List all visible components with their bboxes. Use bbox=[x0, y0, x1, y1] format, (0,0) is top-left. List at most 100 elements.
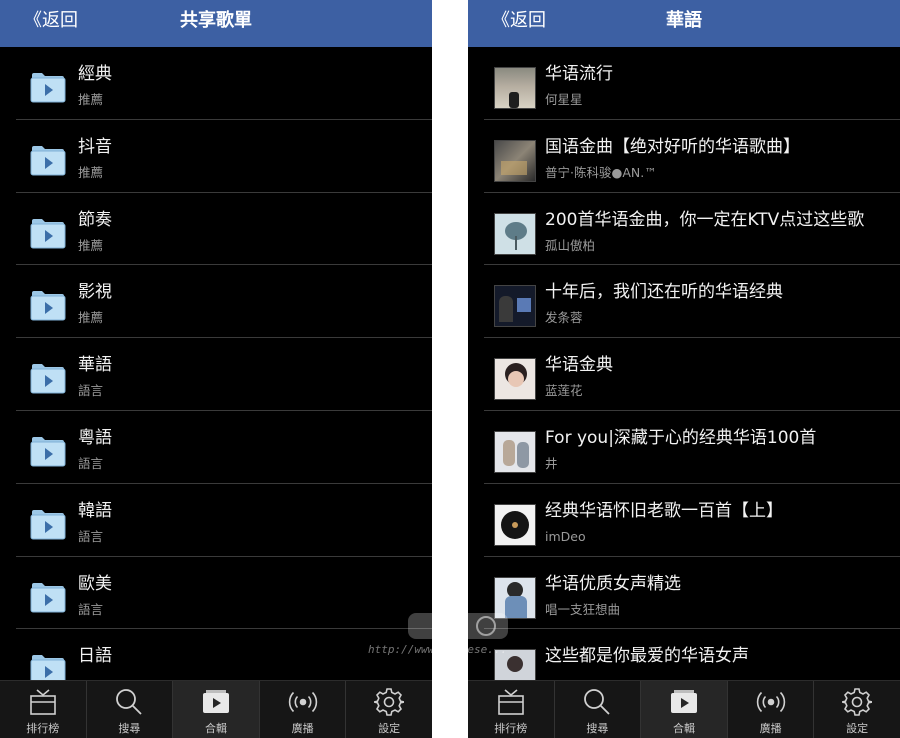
list-item[interactable]: For you|深藏于心的经典华语100首 井 bbox=[468, 411, 900, 484]
item-subtitle: 蓝莲花 bbox=[545, 383, 583, 399]
list-item[interactable]: 这些都是你最爱的华语女声 bbox=[468, 629, 900, 680]
list-item[interactable]: 歐美 語言 bbox=[0, 557, 432, 630]
item-subtitle: 普宁·陈科骏●AN.™ bbox=[545, 164, 657, 180]
folder-play-icon bbox=[30, 291, 66, 321]
item-title: 十年后，我们还在听的华语经典 bbox=[545, 282, 783, 303]
folder-play-icon bbox=[30, 655, 66, 680]
item-subtitle: imDeo bbox=[545, 528, 586, 544]
mandarin-playlists-screen: 《返回 華語 华语流行 何星星 国语金曲【绝对好听的华语歌曲】 普宁·陈科骏●A… bbox=[468, 0, 900, 738]
tab-albums[interactable]: 合輯 bbox=[641, 681, 728, 738]
tab-label: 搜尋 bbox=[586, 722, 609, 735]
item-title: 200首华语金曲，你一定在KTV点过这些歌 bbox=[545, 209, 865, 230]
folder-play-icon bbox=[30, 582, 66, 613]
folder-play-icon bbox=[30, 218, 66, 249]
album-play-icon bbox=[670, 690, 697, 713]
playlist-cover bbox=[494, 67, 536, 109]
item-title: 抖音 bbox=[78, 136, 112, 157]
tab-albums[interactable]: 合輯 bbox=[173, 681, 260, 738]
playlist-list: 华语流行 何星星 国语金曲【绝对好听的华语歌曲】 普宁·陈科骏●AN.™ 200… bbox=[468, 47, 900, 680]
item-title: 华语流行 bbox=[545, 64, 613, 84]
item-subtitle: 孤山傲柏 bbox=[545, 237, 596, 253]
item-title: 这些都是你最爱的华语女声 bbox=[545, 646, 749, 667]
tab-label: 排行榜 bbox=[494, 722, 528, 735]
tab-charts[interactable]: 排行榜 bbox=[0, 681, 87, 738]
item-subtitle: 唱一支狂想曲 bbox=[545, 601, 621, 617]
playlist-cover bbox=[494, 576, 536, 619]
chart-tray-icon bbox=[497, 689, 524, 715]
tab-label: 設定 bbox=[378, 722, 401, 735]
item-subtitle: 推薦 bbox=[78, 92, 104, 107]
folder-play-icon bbox=[30, 73, 66, 103]
list-item[interactable]: 十年后，我们还在听的华语经典 发条蓉 bbox=[468, 265, 900, 338]
tab-label: 廣播 bbox=[291, 722, 314, 735]
tab-settings[interactable]: 設定 bbox=[346, 681, 432, 738]
nav-bar: 《返回 共享歌單 bbox=[0, 0, 432, 47]
list-item[interactable]: 經典 推薦 bbox=[0, 47, 432, 120]
item-subtitle: 推薦 bbox=[78, 164, 104, 180]
list-item[interactable]: 经典华语怀旧老歌一百首【上】 imDeo bbox=[468, 484, 900, 557]
list-item[interactable]: 200首华语金曲，你一定在KTV点过这些歌 孤山傲柏 bbox=[468, 193, 900, 266]
tab-search[interactable]: 搜尋 bbox=[555, 681, 642, 738]
list-item[interactable]: 华语金典 蓝莲花 bbox=[468, 338, 900, 411]
item-subtitle: 推薦 bbox=[78, 310, 104, 326]
item-subtitle: 推薦 bbox=[78, 237, 104, 253]
tab-bar: 排行榜 搜尋 合輯 廣播 設定 bbox=[0, 680, 432, 738]
folder-play-icon bbox=[30, 145, 66, 176]
broadcast-icon bbox=[288, 691, 317, 713]
playlist-cover bbox=[494, 139, 536, 182]
category-list: 經典 推薦 抖音 推薦 節奏 推薦 影視 推薦 華語 語言 粵語 語言 韓語 語… bbox=[0, 47, 432, 680]
tab-label: 排行榜 bbox=[26, 722, 60, 735]
item-title: 經典 bbox=[78, 64, 112, 84]
tab-broadcast[interactable]: 廣播 bbox=[260, 681, 347, 738]
list-item[interactable]: 韓語 語言 bbox=[0, 484, 432, 557]
item-title: 经典华语怀旧老歌一百首【上】 bbox=[545, 500, 783, 521]
gear-icon bbox=[842, 688, 873, 716]
shared-playlists-screen: 《返回 共享歌單 經典 推薦 抖音 推薦 節奏 推薦 影視 推薦 華語 語言 粵… bbox=[0, 0, 432, 738]
back-button[interactable]: 《返回 bbox=[24, 8, 78, 34]
item-title: 粵語 bbox=[78, 427, 112, 448]
item-subtitle: 发条蓉 bbox=[545, 310, 583, 326]
item-subtitle: 語言 bbox=[78, 455, 104, 471]
tab-search[interactable]: 搜尋 bbox=[87, 681, 174, 738]
list-item[interactable]: 影視 推薦 bbox=[0, 265, 432, 338]
back-button[interactable]: 《返回 bbox=[492, 8, 546, 34]
playlist-cover bbox=[494, 212, 536, 255]
item-title: 日語 bbox=[78, 646, 112, 667]
list-item[interactable]: 华语流行 何星星 bbox=[468, 47, 900, 120]
tab-label: 合輯 bbox=[204, 722, 227, 735]
list-item[interactable]: 华语优质女声精选 唱一支狂想曲 bbox=[468, 557, 900, 630]
list-item[interactable]: 抖音 推薦 bbox=[0, 120, 432, 193]
tab-label: 廣播 bbox=[759, 722, 782, 735]
tab-broadcast[interactable]: 廣播 bbox=[728, 681, 815, 738]
item-subtitle: 語言 bbox=[78, 383, 104, 399]
tab-settings[interactable]: 設定 bbox=[814, 681, 900, 738]
list-item[interactable]: 国语金曲【绝对好听的华语歌曲】 普宁·陈科骏●AN.™ bbox=[468, 120, 900, 193]
chart-tray-icon bbox=[29, 689, 56, 715]
album-play-icon bbox=[202, 690, 229, 713]
item-title: 国语金曲【绝对好听的华语歌曲】 bbox=[545, 136, 800, 157]
item-subtitle: 井 bbox=[545, 455, 558, 471]
playlist-cover bbox=[494, 649, 536, 680]
gear-icon bbox=[374, 688, 405, 716]
list-item[interactable]: 粵語 語言 bbox=[0, 411, 432, 484]
tab-charts[interactable]: 排行榜 bbox=[468, 681, 555, 738]
list-item[interactable]: 日語 bbox=[0, 629, 432, 680]
list-item[interactable]: 節奏 推薦 bbox=[0, 193, 432, 266]
tab-label: 設定 bbox=[846, 722, 869, 735]
list-item[interactable]: 華語 語言 bbox=[0, 338, 432, 411]
search-icon bbox=[584, 689, 611, 715]
folder-play-icon bbox=[30, 509, 66, 540]
tab-bar: 排行榜 搜尋 合輯 廣播 設定 bbox=[468, 680, 900, 738]
tab-label: 合輯 bbox=[672, 722, 695, 735]
item-title: 华语优质女声精选 bbox=[545, 573, 681, 594]
playlist-cover bbox=[494, 358, 536, 401]
playlist-cover bbox=[494, 285, 536, 328]
broadcast-icon bbox=[756, 691, 785, 713]
nav-bar: 《返回 華語 bbox=[468, 0, 900, 47]
item-title: 華語 bbox=[78, 355, 112, 376]
playlist-cover bbox=[494, 430, 536, 473]
item-title: For you|深藏于心的经典华语100首 bbox=[545, 427, 817, 448]
item-title: 影視 bbox=[78, 282, 112, 303]
item-subtitle: 何星星 bbox=[545, 92, 583, 107]
folder-play-icon bbox=[30, 436, 66, 467]
